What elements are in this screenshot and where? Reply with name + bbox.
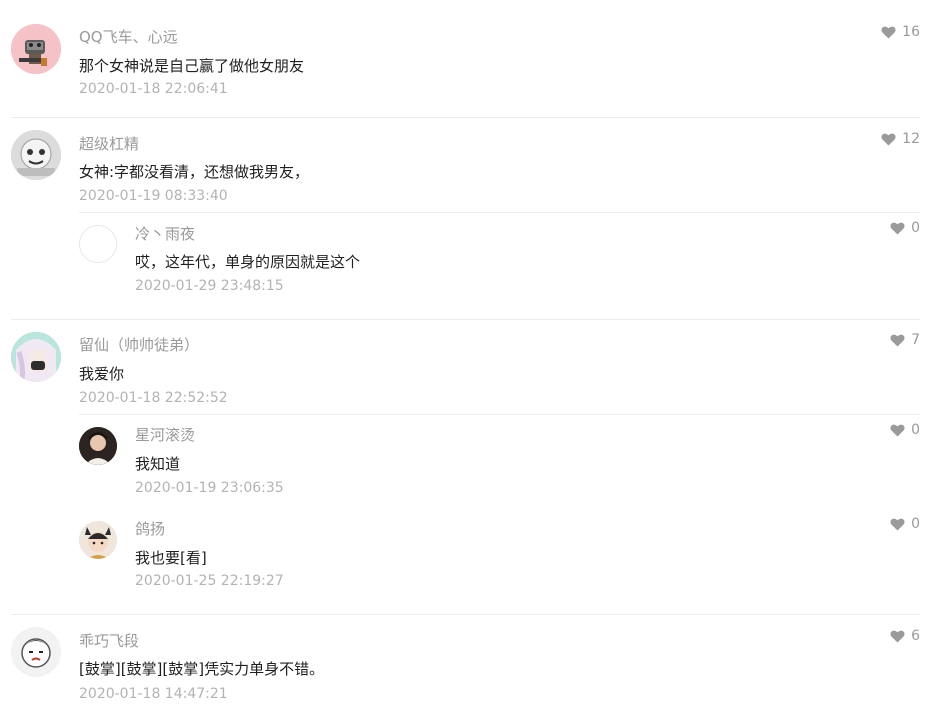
- cartoon-face-avatar-icon: [11, 627, 61, 677]
- avatar[interactable]: [11, 627, 61, 677]
- anime-girl-avatar-icon: [11, 332, 61, 382]
- like-count: 6: [911, 628, 920, 644]
- comment-author[interactable]: 乖巧飞段: [79, 630, 139, 651]
- like-button[interactable]: 0: [890, 220, 920, 236]
- comment-list: QQ飞车、心远 那个女神说是自己赢了做他女朋友 2020-01-18 22:06…: [0, 0, 931, 720]
- comment-time: 2020-01-18 14:47:21: [79, 686, 228, 702]
- reply-text: 哎，这年代，单身的原因就是这个: [135, 253, 361, 271]
- like-count: 7: [911, 332, 920, 348]
- avatar[interactable]: [79, 225, 117, 263]
- like-button[interactable]: 0: [890, 516, 920, 532]
- like-button[interactable]: 6: [890, 628, 920, 644]
- divider: [11, 117, 920, 118]
- heart-icon: [890, 222, 905, 235]
- heart-icon: [881, 26, 896, 39]
- comment-text: 女神:字都没看清，还想做我男友，: [79, 163, 310, 181]
- like-button[interactable]: 0: [890, 422, 920, 438]
- reply-time: 2020-01-19 23:06:35: [135, 480, 284, 496]
- divider: [11, 614, 920, 615]
- reply-time: 2020-01-25 22:19:27: [135, 573, 284, 589]
- comment-author[interactable]: QQ飞车、心远: [79, 26, 178, 47]
- like-count: 0: [911, 516, 920, 532]
- heart-icon: [890, 630, 905, 643]
- comment-text: [鼓掌][鼓掌][鼓掌]凭实力单身不错。: [79, 660, 325, 678]
- avatar[interactable]: [11, 332, 61, 382]
- comment-author[interactable]: 超级杠精: [79, 133, 139, 154]
- comment-time: 2020-01-18 22:06:41: [79, 81, 228, 97]
- like-count: 0: [911, 422, 920, 438]
- heart-icon: [890, 518, 905, 531]
- reply-time: 2020-01-29 23:48:15: [135, 278, 284, 294]
- avatar[interactable]: [11, 24, 61, 74]
- comment-time: 2020-01-18 22:52:52: [79, 390, 228, 406]
- reply-text: 我也要[看]: [135, 549, 207, 567]
- reply-author[interactable]: 鸽扬: [135, 518, 165, 539]
- divider: [79, 212, 920, 213]
- like-count: 0: [911, 220, 920, 236]
- dark-portrait-avatar-icon: [79, 427, 117, 465]
- blank-avatar-icon: [80, 226, 116, 262]
- heart-icon: [881, 133, 896, 146]
- divider: [11, 319, 920, 320]
- like-button[interactable]: 12: [881, 131, 920, 147]
- cute-kid-avatar-icon: [79, 521, 117, 559]
- avatar[interactable]: [79, 427, 117, 465]
- like-count: 12: [902, 131, 920, 147]
- heart-icon: [890, 424, 905, 437]
- comment-text: 那个女神说是自己赢了做他女朋友: [79, 57, 305, 75]
- avatar[interactable]: [79, 521, 117, 559]
- like-button[interactable]: 16: [881, 24, 920, 40]
- avatar[interactable]: [11, 130, 61, 180]
- game-character-avatar-icon: [11, 24, 61, 74]
- reply-text: 我知道: [135, 455, 181, 473]
- like-count: 16: [902, 24, 920, 40]
- divider: [79, 414, 920, 415]
- comment-text: 我爱你: [79, 365, 125, 383]
- comment-author[interactable]: 留仙（帅帅徒弟）: [79, 334, 199, 355]
- reply-author[interactable]: 星河滚烫: [135, 424, 195, 445]
- reply-author[interactable]: 冷丶雨夜: [135, 223, 195, 244]
- heart-icon: [890, 334, 905, 347]
- like-button[interactable]: 7: [890, 332, 920, 348]
- cartoon-avatar-icon: [11, 130, 61, 180]
- comment-time: 2020-01-19 08:33:40: [79, 188, 228, 204]
